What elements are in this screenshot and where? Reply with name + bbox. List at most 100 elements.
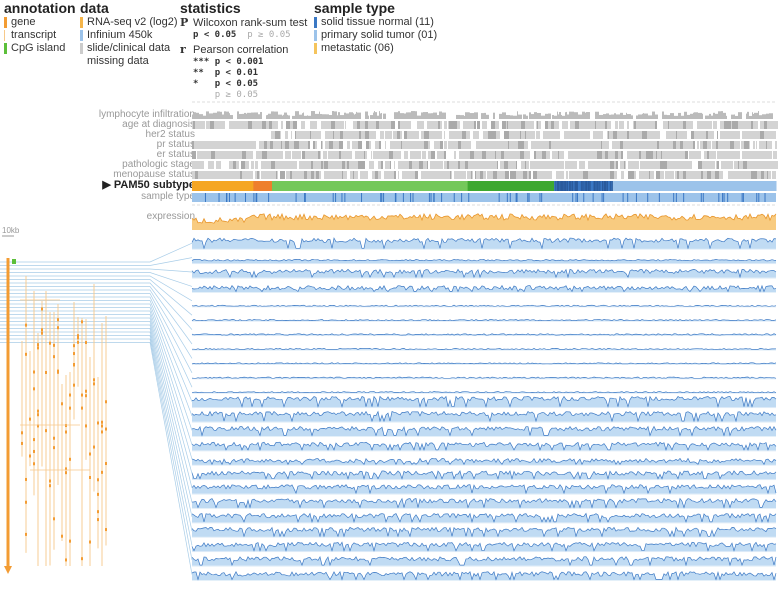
clinical-cell — [361, 131, 365, 139]
clinical-cell — [438, 141, 440, 149]
clinical-cell — [600, 171, 601, 179]
clinical-cell — [572, 151, 576, 159]
clinical-cell — [463, 121, 465, 129]
clinical-cell — [576, 151, 580, 159]
clinical-cell — [574, 112, 578, 119]
clinical-cell — [435, 121, 438, 129]
clinical-cell — [313, 131, 317, 139]
clinical-cell — [615, 151, 618, 159]
clinical-cell — [478, 151, 481, 159]
clinical-cell — [404, 141, 405, 149]
clinical-cell — [395, 151, 399, 159]
clinical-cell — [763, 151, 767, 159]
clinical-cell — [265, 151, 267, 159]
clinical-cell — [616, 141, 620, 149]
sample-type-tick — [673, 193, 675, 202]
clinical-cell — [250, 151, 253, 159]
clinical-cell — [738, 131, 740, 139]
clinical-cell — [613, 131, 617, 139]
clinical-cell — [643, 141, 646, 149]
clinical-cell — [302, 141, 305, 149]
clinical-cell — [273, 141, 277, 149]
clinical-cell — [689, 161, 690, 169]
clinical-cell — [506, 141, 508, 149]
clinical-cell — [266, 115, 267, 119]
clinical-cell — [676, 131, 677, 139]
clinical-cell — [275, 131, 277, 139]
clinical-cell — [597, 161, 598, 169]
clinical-cell — [388, 131, 390, 139]
exon-mark — [53, 343, 55, 347]
clinical-cell — [261, 151, 262, 159]
clinical-cell — [417, 161, 419, 169]
clinical-cell — [771, 131, 772, 139]
clinical-cell — [746, 113, 747, 119]
clinical-cell — [271, 161, 275, 169]
clinical-cell — [638, 131, 642, 139]
clinical-cell — [664, 114, 667, 119]
clinical-cell — [698, 151, 700, 159]
clinical-cell — [408, 112, 411, 119]
clinical-cell — [580, 151, 584, 159]
clinical-cell — [486, 131, 488, 139]
exon-mark — [65, 558, 67, 562]
clinical-cell — [462, 161, 463, 169]
clinical-cell — [495, 151, 496, 159]
clinical-cell — [339, 141, 343, 149]
exon-mark — [25, 352, 27, 356]
clinical-cell — [591, 141, 594, 149]
clinical-cell — [510, 151, 513, 159]
clinical-cell — [530, 121, 531, 129]
clinical-cell — [545, 161, 549, 169]
clinical-cell — [486, 114, 489, 119]
clinical-cell — [219, 161, 221, 169]
clinical-cell — [729, 151, 730, 159]
clinical-cell — [544, 141, 545, 149]
clinical-cell — [630, 131, 632, 139]
clinical-cell — [523, 171, 527, 179]
clinical-cell — [270, 141, 273, 149]
clinical-cell — [406, 112, 408, 119]
clinical-cell — [440, 141, 443, 149]
clinical-cell — [687, 114, 690, 119]
pam50-segment — [467, 181, 555, 191]
clinical-cell — [720, 141, 721, 149]
clinical-cell — [365, 171, 368, 179]
clinical-cell — [315, 151, 318, 159]
clinical-cell — [747, 161, 751, 169]
clinical-cell — [504, 131, 505, 139]
clinical-cell — [510, 115, 513, 119]
clinical-cell — [636, 121, 637, 129]
clinical-cell — [277, 171, 278, 179]
clinical-cell — [384, 121, 386, 129]
clinical-cell — [323, 161, 324, 169]
clinical-cell — [450, 171, 451, 179]
clinical-cell — [657, 151, 661, 159]
clinical-cell — [521, 161, 525, 169]
clinical-cell — [725, 141, 729, 149]
exon-mark — [81, 406, 83, 410]
clinical-cell — [437, 115, 439, 119]
clinical-cell — [302, 131, 303, 139]
clinical-cell — [434, 131, 438, 139]
exon-mark — [73, 383, 75, 387]
clinical-cell — [263, 171, 266, 179]
clinical-cell — [213, 112, 217, 119]
clinical-cell — [393, 151, 395, 159]
clinical-cell — [559, 141, 562, 149]
clinical-cell — [197, 151, 199, 159]
clinical-cell — [626, 112, 627, 119]
clinical-cell — [669, 131, 670, 139]
clinical-cell — [497, 171, 501, 179]
clinical-cell — [732, 161, 733, 169]
clinical-cell — [349, 151, 352, 159]
clinical-cell — [375, 171, 378, 179]
clinical-cell — [401, 141, 402, 149]
methylation-area — [192, 396, 776, 408]
clinical-cell — [599, 131, 600, 139]
clinical-cell — [710, 171, 711, 179]
clinical-cell — [566, 111, 567, 119]
clinical-cell — [496, 131, 500, 139]
clinical-cell — [246, 171, 247, 179]
clinical-cell — [605, 171, 607, 179]
